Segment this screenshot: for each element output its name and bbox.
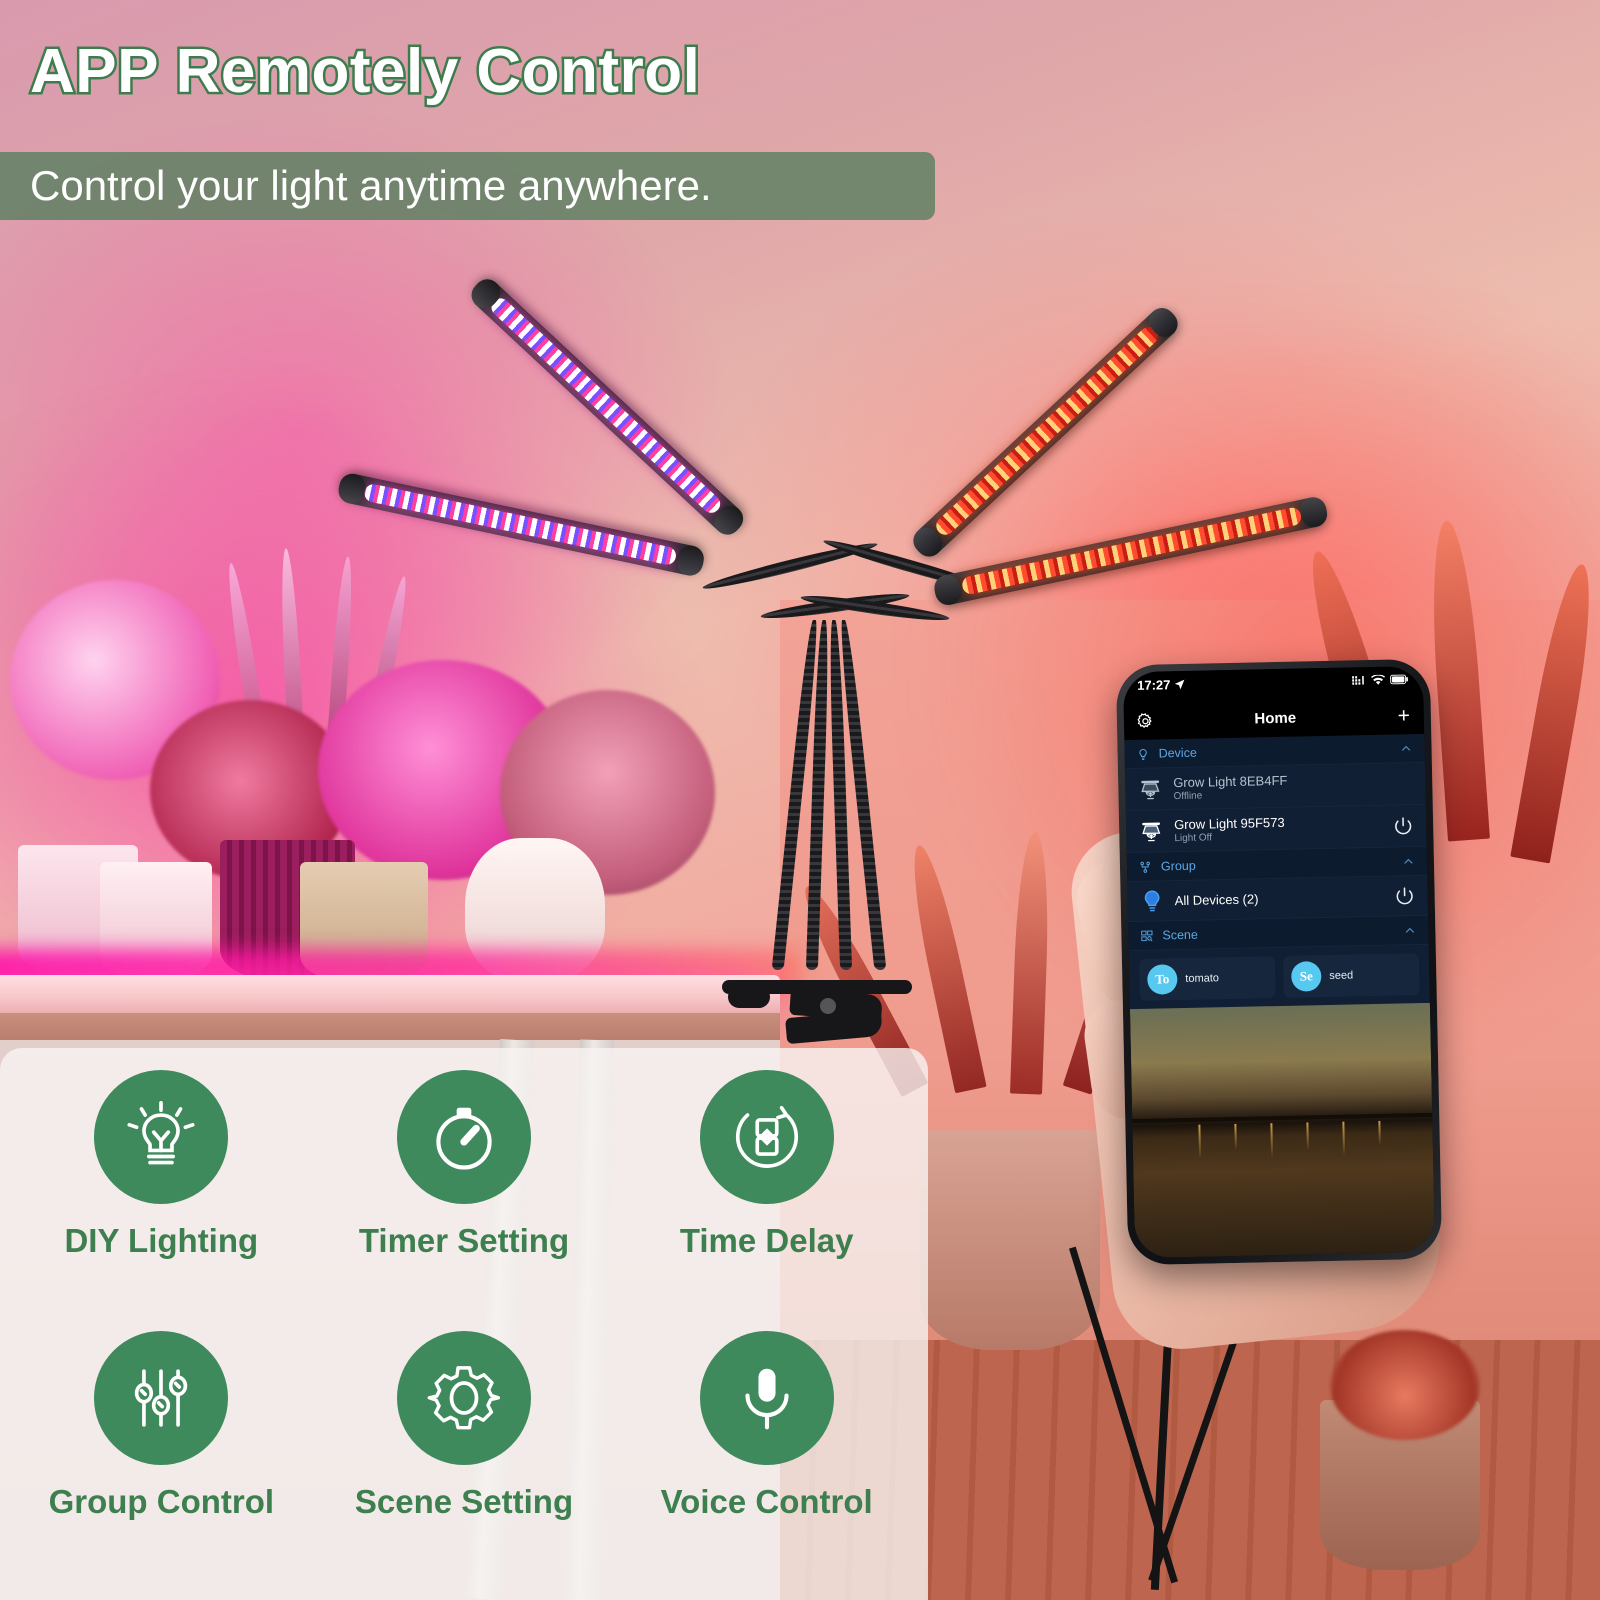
status-time: 17:27	[1137, 676, 1171, 693]
stopwatch-icon	[396, 1070, 531, 1204]
plant-pot	[920, 1130, 1100, 1350]
power-toggle-icon[interactable]	[1392, 815, 1414, 837]
clamp-pivot	[820, 998, 836, 1014]
gear-icon[interactable]	[1136, 711, 1155, 730]
section-label: Scene	[1162, 927, 1199, 943]
feature-time-delay: Time Delay	[615, 1070, 918, 1331]
group-row-all-devices[interactable]: All Devices (2)	[1127, 875, 1429, 923]
sliders-icon	[94, 1331, 229, 1465]
feature-label: Voice Control	[660, 1483, 873, 1520]
microphone-icon	[699, 1331, 834, 1465]
feature-panel: DIY Lighting Timer Setting Time Delay Gr…	[0, 1048, 928, 1600]
scene-card-seed[interactable]: Se seed	[1282, 953, 1420, 998]
desk-edge	[0, 1013, 780, 1043]
desk-surface	[0, 975, 780, 1017]
feature-voice-control: Voice Control	[615, 1331, 918, 1592]
group-nodes-icon	[1140, 861, 1150, 873]
app-nav-bar: Home +	[1123, 695, 1425, 741]
scene-avatar: Se	[1290, 961, 1322, 992]
bulb-outline-icon	[1139, 748, 1147, 760]
chevron-up-icon[interactable]	[1403, 924, 1416, 937]
gear-icon	[396, 1331, 531, 1465]
hourglass-icon	[699, 1070, 834, 1204]
feature-label: DIY Lighting	[64, 1222, 259, 1259]
feature-label: Group Control	[48, 1483, 275, 1520]
device-row-8eb4ff[interactable]: Grow Light 8EB4FF Offline	[1124, 762, 1426, 812]
wifi-icon	[1371, 674, 1386, 685]
location-arrow-icon	[1175, 679, 1185, 689]
signal-dots-icon	[1352, 675, 1364, 685]
section-label: Device	[1158, 745, 1197, 761]
device-row-95f573[interactable]: Grow Light 95F573 Light Off	[1125, 804, 1427, 854]
wallpaper-sunset	[1129, 1002, 1436, 1259]
feature-timer-setting: Timer Setting	[313, 1070, 616, 1331]
blue-bulb-icon	[1144, 890, 1160, 912]
scene-name: tomato	[1185, 972, 1220, 985]
scene-grid-icon	[1141, 930, 1153, 941]
grow-light-icon	[1142, 822, 1161, 841]
grow-light-icon	[1141, 780, 1160, 799]
section-label: Group	[1160, 858, 1196, 874]
feature-label: Scene Setting	[354, 1483, 574, 1520]
status-bar: 17:27	[1122, 665, 1424, 703]
lightbulb-icon	[94, 1070, 229, 1204]
page-subtitle: Control your light anytime anywhere.	[30, 162, 712, 209]
horizon-line	[1132, 1112, 1433, 1123]
chevron-up-icon[interactable]	[1402, 855, 1415, 868]
smartphone: 17:27 Home + Device Grow Light 8EB4FF Of…	[1115, 658, 1443, 1266]
clamp-knob	[728, 986, 770, 1008]
feature-group-control: Group Control	[10, 1331, 313, 1592]
scene-card-tomato[interactable]: To tomato	[1138, 956, 1276, 1001]
scene-name: seed	[1329, 969, 1354, 982]
feature-scene-setting: Scene Setting	[313, 1331, 616, 1592]
subtitle-bar: Control your light anytime anywhere.	[0, 152, 935, 220]
battery-icon	[1390, 674, 1408, 685]
group-name: All Devices (2)	[1174, 891, 1259, 909]
power-toggle-icon[interactable]	[1393, 885, 1415, 907]
page-title: APP Remotely Control	[27, 35, 702, 109]
app-title: Home	[1254, 709, 1297, 727]
add-device-button[interactable]: +	[1395, 704, 1412, 727]
scene-avatar: To	[1147, 964, 1178, 995]
scene-list: To tomato Se seed	[1128, 944, 1430, 1010]
feature-diy-lighting: DIY Lighting	[10, 1070, 313, 1331]
chevron-up-icon[interactable]	[1399, 742, 1412, 755]
feature-label: Time Delay	[679, 1222, 854, 1259]
phone-screen[interactable]: 17:27 Home + Device Grow Light 8EB4FF Of…	[1122, 665, 1436, 1259]
feature-label: Timer Setting	[358, 1222, 570, 1259]
